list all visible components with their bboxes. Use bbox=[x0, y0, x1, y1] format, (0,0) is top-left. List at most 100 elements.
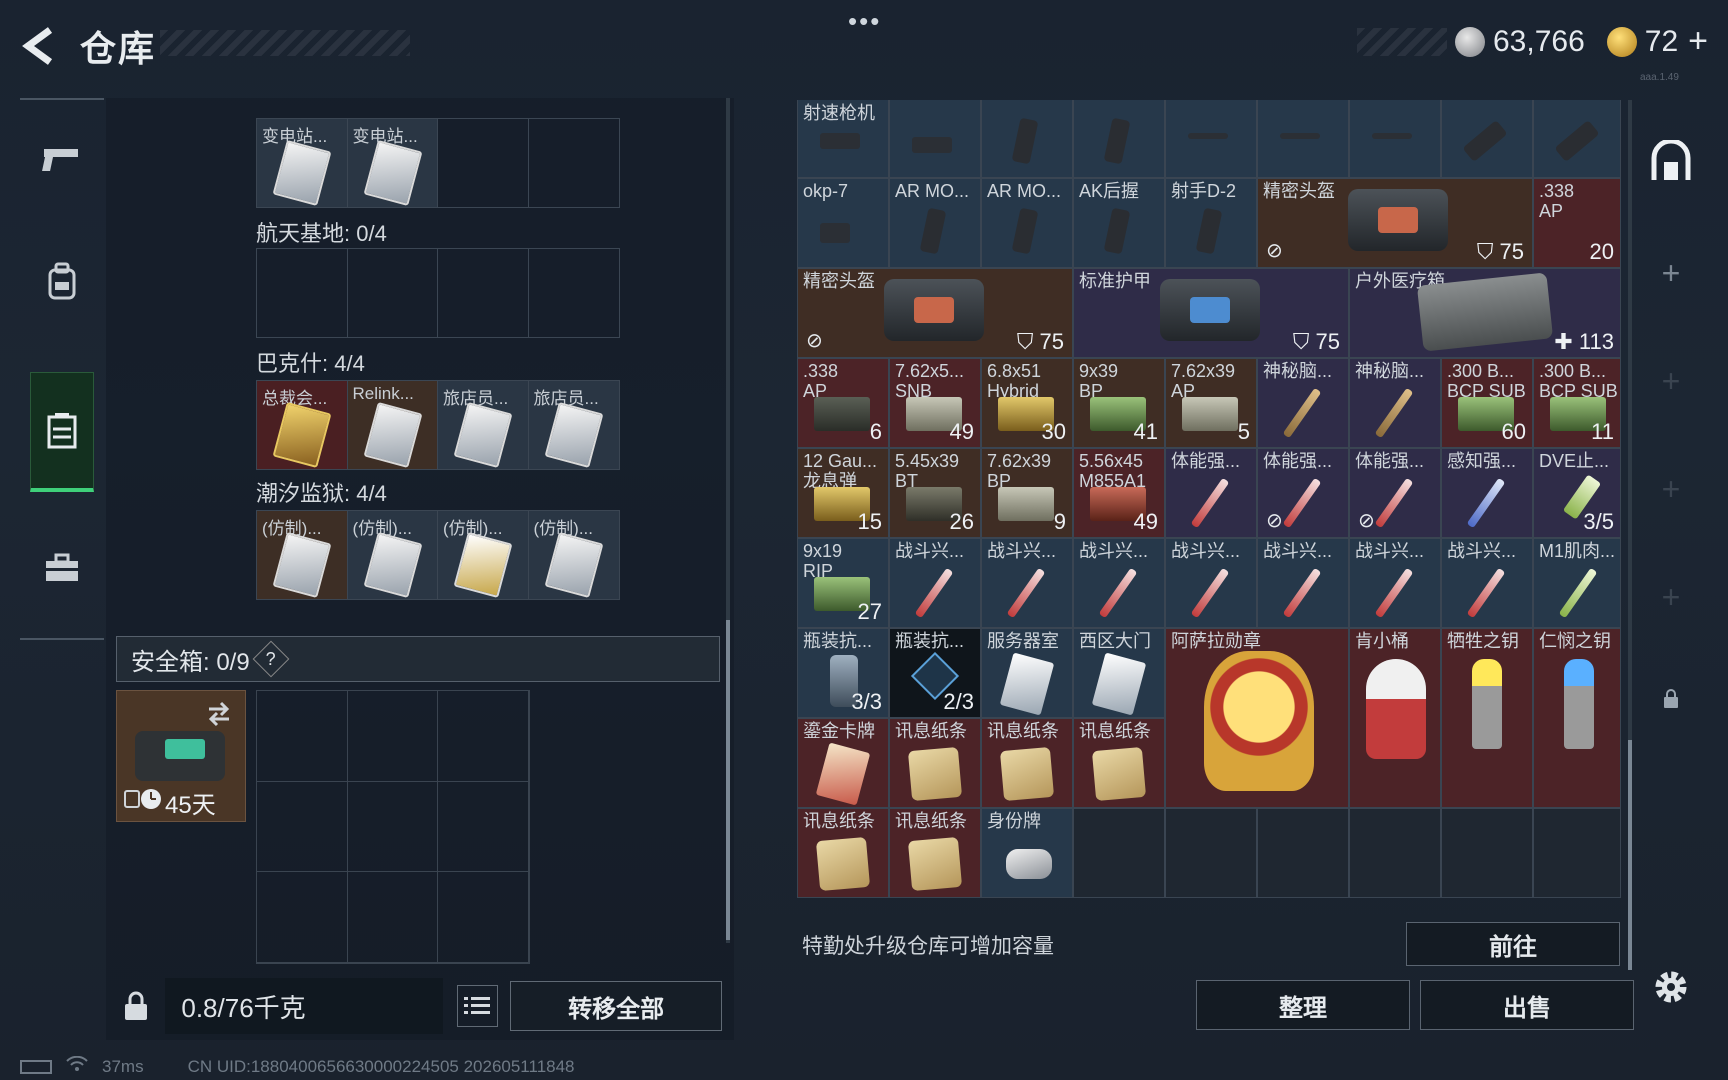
key-slot[interactable]: 旅店员... bbox=[438, 381, 529, 469]
storage-item-key[interactable]: 牺牲之钥 bbox=[1441, 628, 1533, 808]
storage-item-helmet[interactable]: 精密头盔 ⛉ 75 ⊘ bbox=[797, 268, 1073, 358]
key-slot[interactable]: 变电站... bbox=[257, 119, 348, 207]
storage-item[interactable]: 9x39 BP 41 bbox=[1073, 358, 1165, 448]
key-slot[interactable]: (仿制)... bbox=[528, 511, 619, 599]
locked-page-button[interactable] bbox=[1648, 676, 1694, 722]
storage-item[interactable] bbox=[981, 100, 1073, 178]
safe-slot[interactable] bbox=[438, 781, 529, 873]
empty-storage-slot[interactable] bbox=[1533, 808, 1621, 898]
empty-key-slot[interactable] bbox=[348, 249, 438, 337]
storage-item[interactable]: 战斗兴... bbox=[981, 538, 1073, 628]
storage-item[interactable] bbox=[889, 100, 981, 178]
storage-item[interactable]: 讯息纸条 bbox=[981, 718, 1073, 808]
safe-slot[interactable] bbox=[257, 691, 348, 782]
storage-item[interactable]: 7.62x39 AP 5 bbox=[1165, 358, 1257, 448]
storage-item[interactable]: 讯息纸条 bbox=[889, 808, 981, 898]
sort-button[interactable]: 整理 bbox=[1196, 980, 1410, 1030]
storage-item[interactable]: 5.56x45 M855A1 49 bbox=[1073, 448, 1165, 538]
nav-equipment[interactable] bbox=[30, 250, 94, 314]
help-icon[interactable]: ? bbox=[252, 640, 290, 678]
storage-item-helmet[interactable]: 精密头盔 ⛉ 75 ⊘ bbox=[1257, 178, 1533, 268]
safe-slot[interactable] bbox=[438, 691, 529, 782]
storage-item[interactable]: 5.45x39 BT 26 bbox=[889, 448, 981, 538]
empty-storage-slot[interactable] bbox=[1073, 808, 1165, 898]
storage-item[interactable]: 战斗兴... bbox=[1257, 538, 1349, 628]
safe-slot[interactable] bbox=[347, 691, 439, 782]
storage-item-medal[interactable]: 阿萨拉勋章 bbox=[1165, 628, 1349, 808]
storage-item-armor[interactable]: 标准护甲 ⛉ 75 bbox=[1073, 268, 1349, 358]
storage-item[interactable]: 神秘脑... bbox=[1257, 358, 1349, 448]
storage-item[interactable]: 战斗兴... bbox=[1073, 538, 1165, 628]
storage-item[interactable]: 身份牌 bbox=[981, 808, 1073, 898]
storage-item[interactable]: 神秘脑... bbox=[1349, 358, 1441, 448]
empty-key-slot[interactable] bbox=[529, 249, 620, 337]
empty-key-slot[interactable] bbox=[257, 249, 348, 337]
storage-item[interactable]: 西区大门 bbox=[1073, 628, 1165, 718]
safe-slot[interactable] bbox=[347, 781, 439, 873]
key-slot[interactable]: (仿制)... bbox=[257, 511, 348, 599]
nav-warehouse[interactable] bbox=[30, 372, 94, 492]
storage-item[interactable] bbox=[1073, 100, 1165, 178]
storage-item[interactable] bbox=[1349, 100, 1441, 178]
storage-item-figure[interactable]: 肯小桶 bbox=[1349, 628, 1441, 808]
key-slot[interactable]: (仿制)... bbox=[347, 511, 438, 599]
key-slot[interactable]: Relink... bbox=[347, 381, 438, 469]
storage-item[interactable]: 讯息纸条 bbox=[1073, 718, 1165, 808]
storage-page-button[interactable] bbox=[1648, 140, 1694, 186]
key-slot[interactable]: (仿制)... bbox=[438, 511, 529, 599]
add-storage-page-button[interactable]: + bbox=[1648, 250, 1694, 296]
storage-item[interactable]: 感知强... bbox=[1441, 448, 1533, 538]
storage-item[interactable]: okp-7 bbox=[797, 178, 889, 268]
empty-key-slot[interactable] bbox=[438, 119, 529, 207]
transfer-all-button[interactable]: 转移全部 bbox=[510, 981, 722, 1031]
storage-item[interactable]: 6.8x51 Hybrid 30 bbox=[981, 358, 1073, 448]
storage-item[interactable]: 射速枪机 bbox=[797, 100, 889, 178]
left-scrollbar-thumb[interactable] bbox=[726, 620, 730, 940]
storage-item[interactable]: .300 B... BCP SUB 11 bbox=[1533, 358, 1621, 448]
storage-item-key[interactable]: 仁悯之钥 bbox=[1533, 628, 1621, 808]
safe-slot[interactable] bbox=[347, 872, 439, 963]
key-slot[interactable]: 总裁会... bbox=[257, 381, 348, 469]
storage-item[interactable]: 瓶装抗... 3/3 bbox=[797, 628, 889, 718]
storage-item[interactable]: 9x19 RIP 27 bbox=[797, 538, 889, 628]
empty-storage-slot[interactable] bbox=[1257, 808, 1349, 898]
storage-item[interactable]: 12 Gau... 龙息弹 15 bbox=[797, 448, 889, 538]
storage-item[interactable]: 战斗兴... bbox=[1349, 538, 1441, 628]
nav-briefcase[interactable] bbox=[30, 536, 94, 600]
storage-item[interactable]: 体能强... ⊘ bbox=[1349, 448, 1441, 538]
storage-item[interactable] bbox=[1533, 100, 1621, 178]
safe-slot[interactable] bbox=[257, 781, 348, 873]
empty-storage-slot[interactable] bbox=[1349, 808, 1441, 898]
storage-item[interactable]: 7.62x5... SNB 49 bbox=[889, 358, 981, 448]
add-currency-button[interactable]: + bbox=[1688, 22, 1708, 61]
storage-item[interactable]: 7.62x39 BP 9 bbox=[981, 448, 1073, 538]
storage-item[interactable]: 战斗兴... bbox=[889, 538, 981, 628]
safe-slot[interactable] bbox=[438, 872, 529, 963]
key-slot[interactable]: 旅店员... bbox=[528, 381, 619, 469]
storage-item[interactable] bbox=[1441, 100, 1533, 178]
storage-item[interactable]: 讯息纸条 bbox=[889, 718, 981, 808]
storage-item[interactable]: M1肌肉... bbox=[1533, 538, 1621, 628]
storage-item[interactable]: 体能强... bbox=[1165, 448, 1257, 538]
storage-item[interactable]: 体能强... ⊘ bbox=[1257, 448, 1349, 538]
empty-key-slot[interactable] bbox=[529, 119, 620, 207]
nav-weapons[interactable] bbox=[30, 126, 94, 190]
empty-storage-slot[interactable] bbox=[1441, 808, 1533, 898]
add-storage-page-button[interactable]: + bbox=[1648, 358, 1694, 404]
safe-slot[interactable] bbox=[257, 872, 348, 963]
storage-item-medkit[interactable]: 户外医疗箱 ✚ 113 bbox=[1349, 268, 1621, 358]
storage-item[interactable]: 射手D-2 bbox=[1165, 178, 1257, 268]
settings-button[interactable] bbox=[1648, 964, 1694, 1010]
goto-button[interactable]: 前往 bbox=[1406, 922, 1620, 966]
menu-dots-button[interactable]: ••• bbox=[848, 6, 881, 37]
storage-item[interactable]: 鎏金卡牌 bbox=[797, 718, 889, 808]
empty-key-slot[interactable] bbox=[438, 249, 529, 337]
add-storage-page-button[interactable]: + bbox=[1648, 574, 1694, 620]
right-scrollbar-thumb[interactable] bbox=[1628, 740, 1632, 970]
list-view-button[interactable] bbox=[456, 985, 499, 1027]
storage-item[interactable]: 战斗兴... bbox=[1165, 538, 1257, 628]
storage-item[interactable]: .300 B... BCP SUB 60 bbox=[1441, 358, 1533, 448]
storage-item[interactable] bbox=[1165, 100, 1257, 178]
sell-button[interactable]: 出售 bbox=[1420, 980, 1634, 1030]
empty-storage-slot[interactable] bbox=[1165, 808, 1257, 898]
